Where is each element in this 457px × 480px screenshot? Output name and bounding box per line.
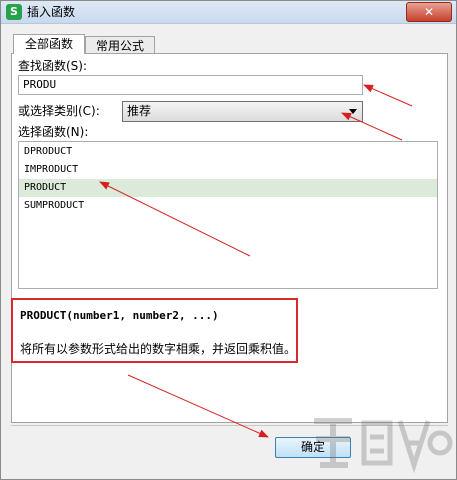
- function-list-item[interactable]: DPRODUCT: [19, 143, 437, 161]
- function-list[interactable]: DPRODUCT IMPRODUCT PRODUCT SUMPRODUCT: [18, 141, 438, 289]
- function-description: 将所有以参数形式给出的数字相乘，并返回乘积值。: [20, 342, 297, 356]
- tab-common-formulas[interactable]: 常用公式: [85, 36, 155, 54]
- function-signature: PRODUCT(number1, number2, ...): [20, 309, 219, 322]
- category-selected-value: 推荐: [127, 104, 152, 118]
- tab-all-functions[interactable]: 全部函数: [13, 34, 85, 54]
- chevron-down-icon[interactable]: [349, 109, 357, 114]
- search-label: 查找函数(S):: [18, 59, 88, 73]
- watermark-logo-icon: [314, 418, 453, 474]
- close-button[interactable]: ✕: [406, 2, 452, 22]
- dialog-title: 插入函数: [27, 5, 76, 19]
- function-search-input[interactable]: PRODU: [18, 75, 363, 95]
- function-description-box: PRODUCT(number1, number2, ...) 将所有以参数形式给…: [11, 298, 298, 363]
- category-select[interactable]: 推荐: [122, 101, 363, 122]
- function-list-item-selected[interactable]: PRODUCT: [19, 179, 437, 197]
- app-logo-icon: S: [6, 4, 22, 20]
- function-list-item[interactable]: IMPRODUCT: [19, 161, 437, 179]
- function-list-item[interactable]: SUMPRODUCT: [19, 197, 437, 215]
- title-bar: S 插入函数 ✕: [1, 1, 456, 24]
- category-label: 或选择类别(C):: [18, 104, 100, 118]
- insert-function-dialog: S 插入函数 ✕ 全部函数 常用公式 查找函数(S): PRODU 或选择类别(…: [0, 0, 457, 480]
- function-list-label: 选择函数(N):: [18, 125, 89, 139]
